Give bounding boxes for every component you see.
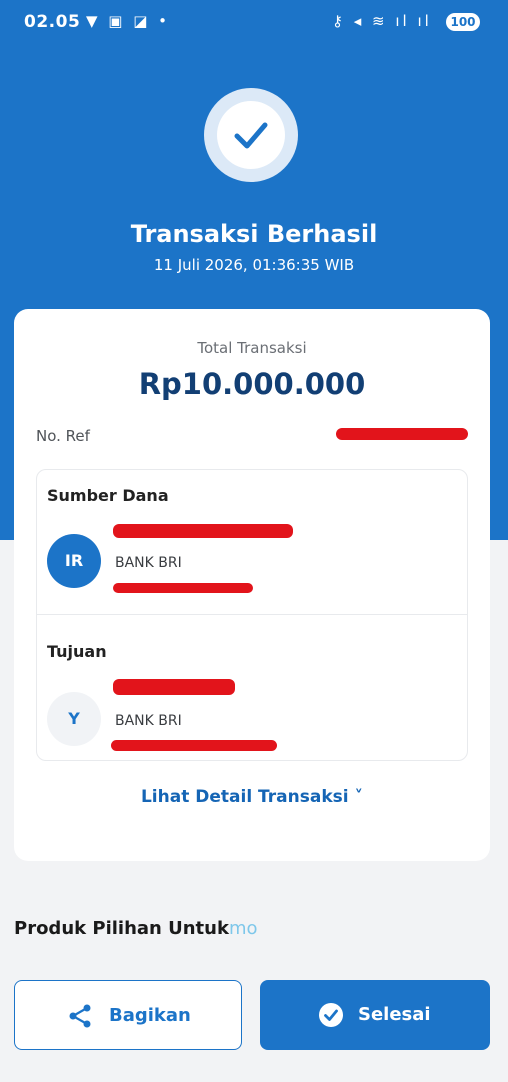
total-amount: Rp10.000.000: [138, 367, 366, 401]
produk-title-suffix: mo: [228, 918, 258, 939]
view-detail-link[interactable]: Lihat Detail Transaksi ˅: [14, 787, 490, 807]
source-avatar: IR: [47, 534, 101, 588]
done-button-label: Selesai: [358, 1004, 431, 1025]
share-icon: [69, 1004, 91, 1028]
destination-name-redaction: [113, 679, 235, 695]
produk-section-title: Produk Pilihan Untukmo: [14, 918, 257, 939]
share-button[interactable]: Bagikan: [14, 980, 242, 1050]
status-time: 02.05: [24, 12, 81, 32]
page-title: Transaksi Berhasil: [130, 220, 378, 248]
destination-account-redaction: [111, 740, 277, 751]
check-circle-icon: [319, 1003, 343, 1027]
check-icon: [234, 122, 268, 149]
signal-wifi-icons: ⚷ ◂ ≋ ıl ıl: [332, 12, 432, 30]
ref-number-redaction: [336, 428, 468, 440]
divider: [37, 614, 467, 615]
share-button-label: Bagikan: [109, 1005, 191, 1026]
ref-label: No. Ref: [36, 427, 90, 445]
source-label: Sumber Dana: [47, 486, 169, 505]
success-badge: [204, 88, 298, 182]
destination-avatar: Y: [47, 692, 101, 746]
source-name-redaction: [113, 524, 293, 538]
notification-icons: ▼ ▣ ◪ •: [86, 12, 171, 30]
total-label: Total Transaksi: [197, 339, 307, 357]
transaction-card: Total Transaksi Rp10.000.000 No. Ref Sum…: [14, 309, 490, 861]
destination-label: Tujuan: [47, 642, 107, 661]
source-bank: BANK BRI: [115, 555, 182, 571]
status-bar: 02.05 ▼ ▣ ◪ • ⚷ ◂ ≋ ıl ıl 100: [0, 0, 508, 46]
done-button[interactable]: Selesai: [260, 980, 490, 1050]
destination-bank: BANK BRI: [115, 713, 182, 729]
battery-icon: 100: [446, 13, 480, 31]
produk-title: Produk Pilihan Untuk: [14, 918, 229, 939]
transfer-parties-box: Sumber Dana IR BANK BRI Tujuan Y BANK BR…: [36, 469, 468, 761]
source-account-redaction: [113, 583, 253, 593]
transaction-datetime: 11 Juli 2026, 01:36:35 WIB: [153, 256, 355, 274]
